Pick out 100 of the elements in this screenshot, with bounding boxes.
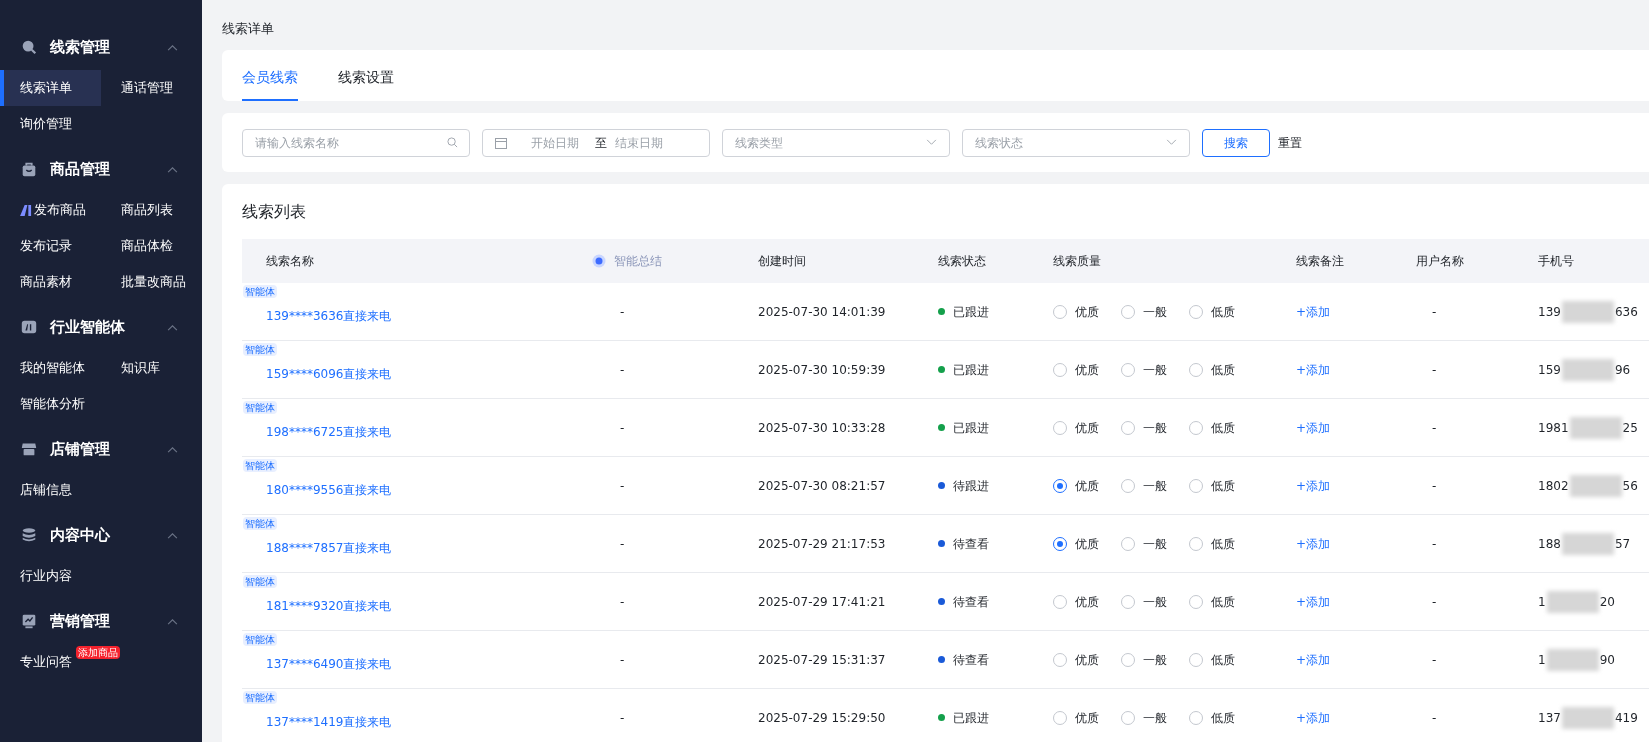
column-header: 创建时间 <box>758 253 806 270</box>
menu-item[interactable]: 知识库 <box>101 350 202 386</box>
menu-section-title: 商品管理 <box>50 158 111 180</box>
column-header: 线索状态 <box>938 253 986 270</box>
search-icon <box>447 136 458 148</box>
add-note-link[interactable]: +添加 <box>1296 478 1331 493</box>
status-text: 已跟进 <box>953 303 989 321</box>
tab[interactable]: 会员线索 <box>242 55 298 101</box>
add-note-link[interactable]: +添加 <box>1296 594 1331 609</box>
radio-option[interactable]: 低质 <box>1189 708 1235 727</box>
menu-item[interactable]: 我的智能体 <box>0 350 101 386</box>
menu-item[interactable]: 批量改商品 <box>101 264 202 300</box>
radio-option[interactable]: 低质 <box>1189 418 1235 437</box>
radio-option[interactable]: 优质 <box>1053 302 1099 321</box>
radio-option[interactable]: 优质 <box>1053 418 1099 437</box>
menu-item[interactable]: 智能体分析 <box>0 386 101 422</box>
menu-item-label: 专业问答 <box>20 653 72 672</box>
phone-end: 419 <box>1614 709 1638 727</box>
radio-option[interactable]: 低质 <box>1189 302 1235 321</box>
radio-option[interactable]: 一般 <box>1121 708 1167 727</box>
menu-section-header[interactable]: 线索管理 <box>0 24 202 70</box>
radio-option[interactable]: 低质 <box>1189 476 1235 495</box>
radio-option[interactable]: 一般 <box>1121 650 1167 669</box>
table-cell: 2025-07-30 14:01:39 <box>758 304 886 319</box>
lead-name-link[interactable]: 139****3636直接来电 <box>266 308 392 323</box>
radio-option[interactable]: 低质 <box>1189 592 1235 611</box>
menu-section-header[interactable]: 商品管理 <box>0 146 202 192</box>
radio-option[interactable]: 优质 <box>1053 592 1099 611</box>
phone-start: 1981 <box>1538 419 1569 437</box>
menu-item-label: 询价管理 <box>20 115 72 134</box>
menu-section-header[interactable]: 店铺管理 <box>0 426 202 472</box>
menu-section-title: 线索管理 <box>50 36 111 58</box>
menu-item[interactable]: 专业问答 <box>0 644 76 680</box>
add-note-link[interactable]: +添加 <box>1296 362 1331 377</box>
menu-item[interactable]: 商品列表 <box>101 192 202 228</box>
chevron-up-icon <box>167 323 178 331</box>
table-cell: - <box>1432 594 1437 609</box>
radio-option[interactable]: 优质 <box>1053 534 1099 553</box>
phone-end: 56 <box>1622 477 1638 495</box>
radio-option[interactable]: 一般 <box>1121 476 1167 495</box>
menu-item[interactable]: 通话管理 <box>101 70 202 106</box>
menu-item[interactable]: 商品体检 <box>101 228 202 264</box>
search-field[interactable]: 请输入线索名称 <box>242 128 470 157</box>
table-cell: - <box>1432 652 1437 667</box>
search-button[interactable]: 搜索 <box>1202 128 1270 157</box>
lead-name-link[interactable]: 180****9556直接来电 <box>266 482 392 497</box>
radio-option[interactable]: 一般 <box>1121 302 1167 321</box>
menu-section-header[interactable]: 内容中心 <box>0 512 202 558</box>
radio-option[interactable]: 优质 <box>1053 708 1099 727</box>
lead-name-link[interactable]: 159****6096直接来电 <box>266 366 392 381</box>
blurred-block <box>1569 474 1622 497</box>
menu-item-label: 行业内容 <box>20 567 72 586</box>
radio-option[interactable]: 一般 <box>1121 418 1167 437</box>
add-note-link[interactable]: +添加 <box>1296 304 1331 319</box>
add-note-link[interactable]: +添加 <box>1296 652 1331 667</box>
radio-option[interactable]: 低质 <box>1189 360 1235 379</box>
menu-item[interactable]: 询价管理 <box>0 106 101 142</box>
add-note-link[interactable]: +添加 <box>1296 536 1331 551</box>
status-text: 待查看 <box>953 535 989 553</box>
radio-option[interactable]: 低质 <box>1189 650 1235 669</box>
menu-item[interactable]: 商品素材 <box>0 264 101 300</box>
add-note-link[interactable]: +添加 <box>1296 420 1331 435</box>
phone-start: 1802 <box>1538 477 1569 495</box>
lead-name-link[interactable]: 188****7857直接来电 <box>266 540 392 555</box>
menu-item[interactable]: 店铺信息 <box>0 472 101 508</box>
menu-item[interactable]: 发布记录 <box>0 228 101 264</box>
column-header: 手机号 <box>1538 253 1574 270</box>
chevron-down-icon <box>1166 139 1177 146</box>
radio-option[interactable]: 优质 <box>1053 476 1099 495</box>
table-cell: - <box>1432 710 1437 725</box>
add-note-link[interactable]: +添加 <box>1296 710 1331 725</box>
breadcrumb: 线索详单 <box>222 21 274 36</box>
table-cell: - <box>620 710 625 725</box>
menu-item-label: 发布商品 <box>34 201 86 220</box>
date-separator: 至 <box>595 134 607 152</box>
menu-item[interactable]: 行业内容 <box>0 558 101 594</box>
lead-name-link[interactable]: 137****6490直接来电 <box>266 656 392 671</box>
column-header: 线索备注 <box>1296 253 1344 270</box>
radio-option[interactable]: 低质 <box>1189 534 1235 553</box>
tab[interactable]: 线索设置 <box>338 55 394 101</box>
menu-item-label: 商品素材 <box>20 273 72 292</box>
chevron-up-icon <box>167 43 178 51</box>
lead-name-link[interactable]: 181****9320直接来电 <box>266 598 392 613</box>
phone-start: 159 <box>1538 361 1561 379</box>
lead-name-link[interactable]: 137****1419直接来电 <box>266 714 392 729</box>
phone-start: 188 <box>1538 535 1561 553</box>
menu-item[interactable]: 发布商品 <box>0 192 101 228</box>
radio-option[interactable]: 一般 <box>1121 592 1167 611</box>
radio-option[interactable]: 优质 <box>1053 360 1099 379</box>
lead-name-link[interactable]: 198****6725直接来电 <box>266 424 392 439</box>
radio-option[interactable]: 一般 <box>1121 534 1167 553</box>
reset-button[interactable]: 重置 <box>1278 133 1302 152</box>
date-range-field[interactable]: 开始日期 至 结束日期 <box>482 128 710 157</box>
radio-option[interactable]: 一般 <box>1121 360 1167 379</box>
phone-start: 139 <box>1538 303 1561 321</box>
menu-section-header[interactable]: 营销管理 <box>0 598 202 644</box>
menu-section-header[interactable]: 行业智能体 <box>0 304 202 350</box>
table-cell: - <box>620 420 625 435</box>
radio-option[interactable]: 优质 <box>1053 650 1099 669</box>
menu-item[interactable]: 线索详单 <box>0 70 101 106</box>
